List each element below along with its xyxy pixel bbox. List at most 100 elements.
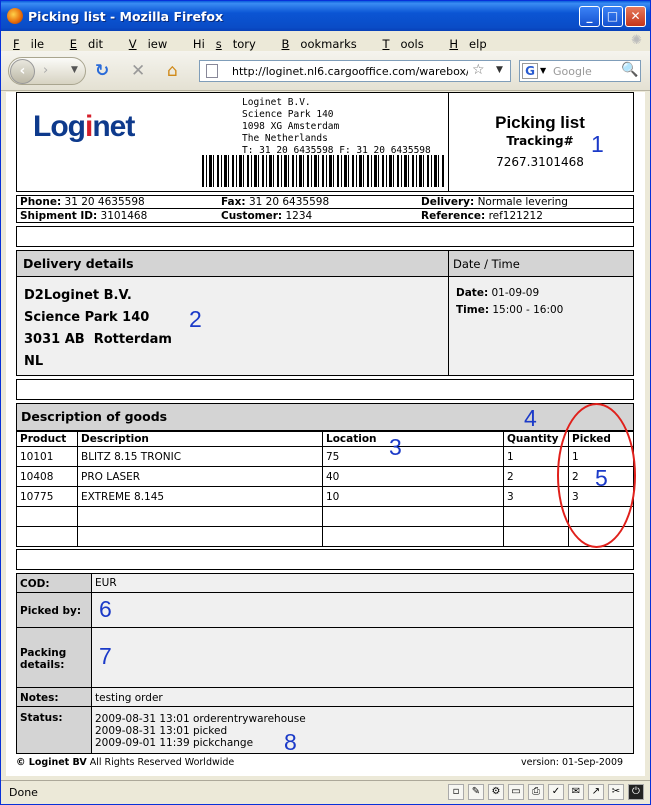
version: version: 01-Sep-2009: [521, 757, 624, 768]
status-icons: ▫ ✎ ⚙ ▭ ⎙ ✓ ✉ ↗ ✂ ⏻: [444, 784, 644, 800]
home-icon[interactable]: ⌂: [167, 62, 178, 80]
cell-location: 10: [322, 486, 504, 507]
goods-header-row: Product Description Location Quantity Pi…: [16, 431, 634, 447]
status-label: Status:: [20, 712, 63, 724]
history-dropdown-icon[interactable]: ▼: [71, 65, 78, 75]
cod-value: EUR: [95, 577, 117, 589]
stop-icon[interactable]: ✕: [131, 62, 145, 80]
spacer-row-2: [16, 379, 634, 400]
security-icon[interactable]: ✓: [548, 784, 564, 800]
cell-description: EXTREME 8.145: [77, 486, 323, 507]
cell-product: 10408: [16, 466, 78, 487]
spacer-row-3: [16, 549, 634, 570]
cell-product: [16, 506, 78, 527]
customer: Customer: 1234: [221, 210, 313, 222]
google-engine-icon[interactable]: G: [522, 63, 538, 79]
cell-location: 75: [322, 446, 504, 467]
barcode: [202, 155, 444, 187]
delivery-details-heading: Delivery details: [16, 250, 449, 277]
annotation-7: 7: [99, 643, 112, 669]
col-quantity: Quantity: [503, 431, 569, 447]
menu-edit[interactable]: Edit: [58, 31, 113, 51]
search-input[interactable]: Google: [553, 65, 592, 78]
forward-arrow-icon[interactable]: ›: [43, 63, 48, 78]
table-row: 10101 BLITZ 8.15 TRONIC 75 1 1: [16, 446, 634, 467]
url-bar[interactable]: http://loginet.nl6.cargooffice.com/wareb…: [199, 60, 511, 82]
cell-product: 10775: [16, 486, 78, 507]
phone: Phone: 31 20 4635598: [20, 196, 145, 208]
power-icon[interactable]: ⏻: [628, 784, 644, 800]
delivery-date: Date: 01-09-09: [456, 287, 540, 299]
cell-product: [16, 526, 78, 547]
engine-dropdown-icon[interactable]: ▼: [540, 66, 546, 75]
menu-bookmarks[interactable]: Bookmarks: [270, 31, 367, 51]
page-content: Loginet Loginet B.V. Science Park 140 10…: [6, 92, 645, 776]
annotation-1: 1: [591, 131, 604, 157]
minimize-button[interactable]: _: [579, 6, 600, 27]
page-icon[interactable]: ▫: [448, 784, 464, 800]
cell-quantity: [503, 526, 569, 547]
delivery-address: D2Loginet B.V. Science Park 140 3031 AB …: [24, 288, 172, 369]
notes-label: Notes:: [20, 692, 59, 704]
back-arrow-icon[interactable]: ‹: [10, 59, 35, 84]
picked-by-label: Picked by:: [20, 605, 82, 617]
date-time-heading: Date / Time: [448, 250, 634, 277]
tools-icon[interactable]: ✂: [608, 784, 624, 800]
url-dropdown-icon[interactable]: ▼: [496, 65, 503, 75]
maximize-button[interactable]: □: [602, 6, 623, 27]
col-product: Product: [16, 431, 78, 447]
menu-view[interactable]: View: [117, 31, 178, 51]
annotation-8: 8: [284, 729, 297, 755]
menu-file[interactable]: File: [1, 31, 54, 51]
annotation-3: 3: [389, 434, 402, 460]
window-title: Picking list - Mozilla Firefox: [28, 9, 224, 24]
close-button[interactable]: ✕: [625, 6, 646, 27]
status-bar: Done ▫ ✎ ⚙ ▭ ⎙ ✓ ✉ ↗ ✂ ⏻: [1, 780, 650, 804]
page-title: Picking list: [495, 113, 585, 132]
page-icon: [206, 64, 218, 78]
shipment-id: Shipment ID: 3101468: [20, 210, 148, 222]
chart-icon[interactable]: ↗: [588, 784, 604, 800]
reference: Reference: ref121212: [421, 210, 543, 222]
goods-heading: Description of goods: [16, 403, 634, 431]
cell-product: 10101: [16, 446, 78, 467]
delivery-type: Delivery: Normale levering: [421, 196, 568, 208]
menu-help[interactable]: Help: [437, 31, 496, 51]
table-row: [16, 506, 634, 527]
delivery-time: Time: 15:00 - 16:00: [456, 304, 564, 316]
cell-description: [77, 506, 323, 527]
status-text: Done: [9, 786, 38, 799]
packing-label: Packing details:: [20, 647, 67, 671]
back-forward-group: ‹ › ▼: [8, 57, 86, 85]
reload-icon[interactable]: ↻: [95, 62, 109, 80]
addon-icon[interactable]: ⚙: [488, 784, 504, 800]
mail-icon[interactable]: ✉: [568, 784, 584, 800]
table-row: 10775 EXTREME 8.145 10 3 3: [16, 486, 634, 507]
firefox-icon: [7, 8, 23, 24]
table-row: 10408 PRO LASER 40 2 2: [16, 466, 634, 487]
menu-history[interactable]: Hi s tory: [181, 31, 266, 51]
title-bar[interactable]: Picking list - Mozilla Firefox _ □ ✕: [1, 1, 650, 31]
url-text[interactable]: http://loginet.nl6.cargooffice.com/wareb…: [232, 65, 468, 78]
col-location: Location: [322, 431, 504, 447]
goods-table: Product Description Location Quantity Pi…: [16, 431, 634, 547]
spacer-row: [16, 226, 634, 247]
search-box[interactable]: G ▼ Google 🔍: [519, 60, 641, 82]
table-row: [16, 526, 634, 547]
print-icon[interactable]: ⎙: [528, 784, 544, 800]
annotation-5: 5: [595, 465, 608, 491]
cod-label: COD:: [20, 578, 50, 590]
menu-tools[interactable]: Tools: [370, 31, 433, 51]
annotation-6: 6: [99, 596, 112, 622]
cell-description: PRO LASER: [77, 466, 323, 487]
notes-value: testing order: [95, 692, 163, 704]
loginet-logo: Loginet: [33, 110, 135, 143]
pencil-icon[interactable]: ✎: [468, 784, 484, 800]
bookmark-star-icon[interactable]: ☆: [472, 62, 485, 78]
col-description: Description: [77, 431, 323, 447]
monitor-icon[interactable]: ▭: [508, 784, 524, 800]
menu-bar: File Edit View Hi s tory Bookmarks Tools H…: [1, 31, 650, 51]
company-address: Loginet B.V. Science Park 140 1098 XG Am…: [242, 97, 431, 156]
cell-location: [322, 526, 504, 547]
search-icon[interactable]: 🔍: [621, 62, 638, 78]
